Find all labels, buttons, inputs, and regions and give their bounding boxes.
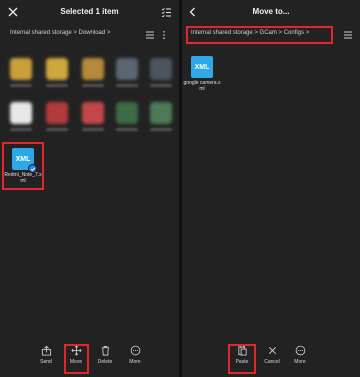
paste-button[interactable]: Paste bbox=[229, 345, 255, 365]
move-toolbar: Move to... bbox=[182, 0, 360, 24]
blurred-label bbox=[82, 84, 104, 87]
move-button[interactable]: Move bbox=[63, 345, 89, 365]
xml-file-icon: XML bbox=[191, 56, 213, 78]
send-icon bbox=[41, 345, 51, 356]
more-icon bbox=[130, 345, 140, 356]
selected-file[interactable]: XML Redmi_Note_7.xml bbox=[3, 148, 43, 184]
action-bar: Paste Cancel More bbox=[182, 337, 360, 377]
paste-icon bbox=[237, 345, 247, 356]
list-view-icon[interactable] bbox=[144, 29, 156, 41]
blurred-label bbox=[10, 84, 32, 87]
blurred-label bbox=[82, 128, 104, 131]
selection-toolbar: Selected 1 item bbox=[0, 0, 179, 24]
more-icon bbox=[295, 345, 305, 356]
blurred-thumbnail[interactable] bbox=[46, 102, 68, 124]
left-screen: Selected 1 item Internal shared storage … bbox=[0, 0, 179, 377]
cancel-icon bbox=[268, 346, 276, 355]
breadcrumb: Internal shared storage > GCam > Configs… bbox=[182, 24, 360, 44]
move-title: Move to... bbox=[252, 7, 290, 16]
more-button[interactable]: More bbox=[122, 345, 148, 365]
blurred-thumbnail[interactable] bbox=[150, 58, 172, 80]
selection-title: Selected 1 item bbox=[60, 7, 119, 16]
blurred-label bbox=[150, 84, 172, 87]
delete-icon bbox=[101, 346, 109, 356]
list-view-icon[interactable] bbox=[342, 29, 354, 41]
blurred-thumbnail[interactable] bbox=[82, 58, 104, 80]
blurred-label bbox=[10, 128, 32, 131]
cancel-button[interactable]: Cancel bbox=[259, 345, 285, 365]
breadcrumb-path[interactable]: Internal shared storage > Download > bbox=[10, 30, 110, 36]
file-item[interactable]: XML google camera.xml bbox=[182, 56, 222, 92]
file-name: Redmi_Note_7.xml bbox=[4, 172, 42, 184]
breadcrumb-path[interactable]: Internal shared storage > GCam > Configs… bbox=[191, 30, 309, 36]
blurred-label bbox=[116, 128, 138, 131]
breadcrumb: Internal shared storage > Download > bbox=[0, 24, 179, 44]
action-bar: Send Move Delete More bbox=[0, 337, 179, 377]
blurred-label bbox=[46, 128, 68, 131]
send-button[interactable]: Send bbox=[33, 345, 59, 365]
blurred-label bbox=[150, 128, 172, 131]
move-icon bbox=[70, 345, 82, 356]
blurred-thumbnail[interactable] bbox=[150, 102, 172, 124]
blurred-thumbnail[interactable] bbox=[10, 102, 32, 124]
more-button[interactable]: More bbox=[287, 345, 313, 365]
select-all-icon[interactable] bbox=[160, 6, 172, 18]
blurred-thumbnail[interactable] bbox=[46, 58, 68, 80]
blurred-thumbnail[interactable] bbox=[116, 102, 138, 124]
delete-button[interactable]: Delete bbox=[92, 345, 118, 365]
blurred-label bbox=[46, 84, 68, 87]
blurred-thumbnail[interactable] bbox=[82, 102, 104, 124]
selected-check-icon bbox=[28, 164, 37, 173]
right-screen: Move to... Internal shared storage > GCa… bbox=[182, 0, 360, 377]
file-name: google camera.xml bbox=[183, 80, 221, 92]
overflow-menu-icon[interactable] bbox=[158, 29, 170, 41]
blurred-thumbnail[interactable] bbox=[116, 58, 138, 80]
xml-file-icon: XML bbox=[12, 148, 37, 173]
blurred-label bbox=[116, 84, 138, 87]
blurred-thumbnail[interactable] bbox=[10, 58, 32, 80]
